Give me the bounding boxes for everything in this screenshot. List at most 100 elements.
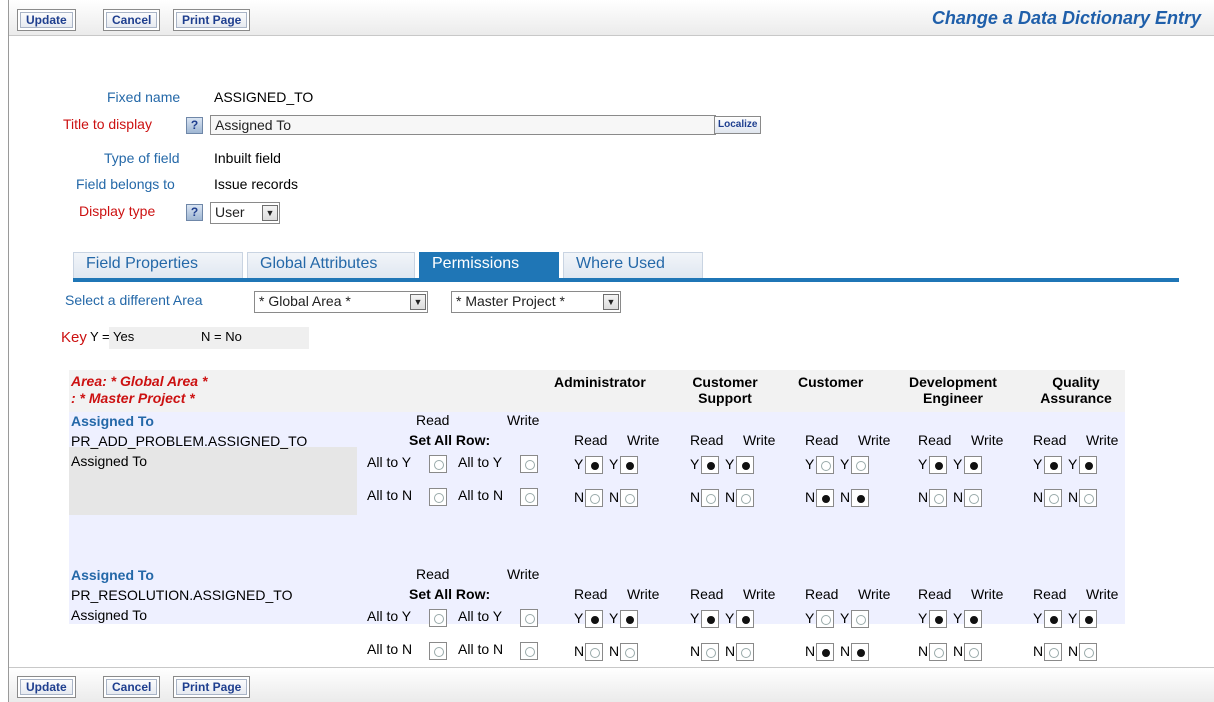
role-quality-assurance: Quality Assurance: [1040, 374, 1112, 406]
role-read-header: Read: [918, 432, 952, 448]
cancel-button[interactable]: Cancel: [103, 9, 161, 31]
all-to-n-write-radio[interactable]: [520, 642, 538, 660]
all-to-n-read-radio[interactable]: [429, 642, 447, 660]
display-type-select[interactable]: User ▼: [210, 202, 280, 224]
chevron-down-icon: ▼: [603, 294, 619, 310]
read-no-radio[interactable]: [585, 643, 603, 661]
write-no-radio[interactable]: [620, 643, 638, 661]
write-yes-radio[interactable]: [1079, 610, 1097, 628]
read-no-radio[interactable]: [929, 643, 947, 661]
write-no-radio[interactable]: [1079, 643, 1097, 661]
read-no-radio[interactable]: [1044, 489, 1062, 507]
read-no-radio[interactable]: [585, 489, 603, 507]
read-no-radio[interactable]: [1044, 643, 1062, 661]
all-to-y-write-radio[interactable]: [520, 455, 538, 473]
write-no-radio[interactable]: [736, 489, 754, 507]
update-button-bottom[interactable]: Update: [17, 676, 76, 698]
write-yes-radio[interactable]: [1079, 456, 1097, 474]
read-no-radio[interactable]: [816, 643, 834, 661]
read-yes-radio[interactable]: [816, 456, 834, 474]
update-button[interactable]: Update: [17, 9, 76, 31]
read-yes-radio[interactable]: [585, 456, 603, 474]
read-n-label: N: [918, 489, 929, 505]
read-no-radio[interactable]: [701, 643, 719, 661]
all-to-y-read-label: All to Y: [367, 454, 412, 470]
title-help-icon[interactable]: ?: [186, 117, 203, 134]
write-no-radio[interactable]: [851, 643, 869, 661]
write-no-radio[interactable]: [1079, 489, 1097, 507]
bottom-toolbar: Update Cancel Print Page: [9, 667, 1214, 702]
read-n-label: N: [690, 489, 701, 505]
read-yes-radio[interactable]: [701, 610, 719, 628]
localize-button[interactable]: Localize: [714, 116, 762, 134]
role-write-header: Write: [858, 586, 891, 602]
read-yes-radio[interactable]: [1044, 456, 1062, 474]
all-to-y-read-radio[interactable]: [429, 609, 447, 627]
title-to-display-label: Title to display: [63, 116, 152, 132]
read-yes-radio[interactable]: [585, 610, 603, 628]
read-y-label: Y: [918, 610, 928, 626]
tab-permissions[interactable]: Permissions: [419, 252, 559, 278]
write-yes-radio[interactable]: [851, 610, 869, 628]
read-y-label: Y: [690, 610, 700, 626]
tab-where-used[interactable]: Where Used: [563, 252, 703, 278]
area-heading-line2: : * Master Project *: [71, 390, 195, 406]
write-yes-radio[interactable]: [736, 610, 754, 628]
all-to-y-write-radio[interactable]: [520, 609, 538, 627]
write-no-radio[interactable]: [964, 489, 982, 507]
all-to-n-read-radio[interactable]: [429, 488, 447, 506]
all-to-n-read-label: All to N: [367, 487, 413, 503]
read-yes-radio[interactable]: [701, 456, 719, 474]
read-y-label: Y: [1033, 456, 1043, 472]
tab-field-properties[interactable]: Field Properties: [73, 252, 243, 278]
all-to-y-read-radio[interactable]: [429, 455, 447, 473]
field-db-name: PR_RESOLUTION.ASSIGNED_TO: [71, 587, 293, 603]
print-page-button-bottom[interactable]: Print Page: [173, 676, 251, 698]
write-yes-radio[interactable]: [851, 456, 869, 474]
read-n-label: N: [1033, 489, 1044, 505]
read-y-label: Y: [690, 456, 700, 472]
read-no-radio[interactable]: [701, 489, 719, 507]
write-yes-radio[interactable]: [964, 610, 982, 628]
write-yes-radio[interactable]: [736, 456, 754, 474]
read-n-label: N: [805, 643, 816, 659]
write-yes-radio[interactable]: [620, 610, 638, 628]
key-label: Key: [61, 329, 87, 346]
role-read-header: Read: [574, 586, 608, 602]
write-y-label: Y: [840, 456, 850, 472]
read-no-radio[interactable]: [929, 489, 947, 507]
read-n-label: N: [1033, 643, 1044, 659]
role-write-header: Write: [1086, 432, 1119, 448]
role-write-header: Write: [743, 586, 776, 602]
print-page-button[interactable]: Print Page: [173, 9, 251, 31]
role-write-header: Write: [627, 432, 660, 448]
write-no-radio[interactable]: [736, 643, 754, 661]
tab-global-attributes[interactable]: Global Attributes: [247, 252, 415, 278]
read-yes-radio[interactable]: [929, 610, 947, 628]
write-no-radio[interactable]: [851, 489, 869, 507]
write-n-label: N: [953, 643, 964, 659]
read-yes-radio[interactable]: [929, 456, 947, 474]
role-customer-support: Customer Support: [692, 374, 758, 406]
write-yes-radio[interactable]: [964, 456, 982, 474]
write-no-radio[interactable]: [620, 489, 638, 507]
field-title: Assigned To: [71, 413, 154, 429]
set-all-write-header: Write: [507, 412, 540, 428]
all-to-n-write-label: All to N: [458, 487, 504, 503]
cancel-button-bottom[interactable]: Cancel: [103, 676, 161, 698]
title-input[interactable]: Assigned To: [210, 115, 716, 135]
area-select[interactable]: * Global Area * ▼: [254, 291, 428, 313]
role-read-header: Read: [690, 586, 724, 602]
role-write-header: Write: [627, 586, 660, 602]
project-select[interactable]: * Master Project * ▼: [451, 291, 621, 313]
role-read-header: Read: [574, 432, 608, 448]
display-type-help-icon[interactable]: ?: [186, 204, 203, 221]
write-no-radio[interactable]: [964, 643, 982, 661]
read-yes-radio[interactable]: [1044, 610, 1062, 628]
read-no-radio[interactable]: [816, 489, 834, 507]
read-yes-radio[interactable]: [816, 610, 834, 628]
write-yes-radio[interactable]: [620, 456, 638, 474]
all-to-n-write-radio[interactable]: [520, 488, 538, 506]
role-read-header: Read: [918, 586, 952, 602]
role-read-header: Read: [690, 432, 724, 448]
